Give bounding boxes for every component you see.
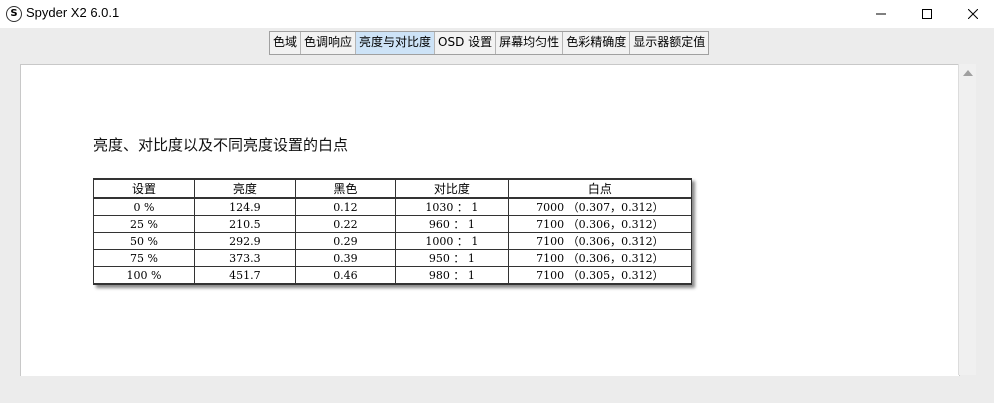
maximize-button[interactable] bbox=[904, 0, 950, 28]
tab-display-rating[interactable]: 显示器额定值 bbox=[630, 32, 709, 54]
report-title: 亮度、对比度以及不同亮度设置的白点 bbox=[93, 136, 349, 154]
close-icon bbox=[968, 9, 978, 19]
spyder-logo-icon: S bbox=[6, 6, 22, 22]
table-cell: 7100 （0.306，0.312） bbox=[507, 215, 693, 233]
table-row: 50 % 292.9 0.29 1000 ： 1 7100 （0.306，0.3… bbox=[93, 232, 693, 250]
tab-gamut[interactable]: 色域 bbox=[270, 32, 302, 54]
column-header: 黑色 bbox=[294, 178, 396, 199]
tab-screen-uniformity[interactable]: 屏幕均匀性 bbox=[496, 32, 564, 54]
table-cell: 124.9 bbox=[193, 197, 296, 216]
vertical-scrollbar[interactable] bbox=[958, 64, 976, 375]
table-cell: 292.9 bbox=[193, 232, 296, 250]
table-cell: 960 ： 1 bbox=[394, 215, 509, 233]
close-button[interactable] bbox=[950, 0, 994, 28]
table-header-row: 设置 亮度 黑色 对比度 白点 bbox=[93, 178, 693, 199]
table-cell: 7000 （0.307，0.312） bbox=[507, 197, 693, 216]
tab-bar: 色域 色调响应 亮度与对比度 OSD 设置 屏幕均匀性 色彩精确度 显示器额定值 bbox=[269, 31, 710, 55]
table-cell: 1030 ： 1 bbox=[394, 197, 509, 216]
table-cell: 373.3 bbox=[193, 249, 296, 267]
column-header: 对比度 bbox=[394, 178, 509, 199]
table-cell: 7100 （0.305，0.312） bbox=[507, 266, 693, 285]
tab-brightness-contrast[interactable]: 亮度与对比度 bbox=[356, 32, 436, 54]
table-row: 75 % 373.3 0.39 950 ： 1 7100 （0.306，0.31… bbox=[93, 249, 693, 267]
table-cell: 980 ： 1 bbox=[394, 266, 509, 285]
table-cell: 210.5 bbox=[193, 215, 296, 233]
brightness-table: 设置 亮度 黑色 对比度 白点 0 % 124.9 0.12 1030 ： 1 … bbox=[93, 178, 693, 285]
table-row: 0 % 124.9 0.12 1030 ： 1 7000 （0.307，0.31… bbox=[93, 197, 693, 216]
table-cell: 451.7 bbox=[193, 266, 296, 285]
table-cell: 50 % bbox=[93, 232, 195, 250]
tab-color-accuracy[interactable]: 色彩精确度 bbox=[563, 32, 631, 54]
table-cell: 0.12 bbox=[294, 197, 396, 216]
table-cell: 25 % bbox=[93, 215, 195, 233]
scroll-up-arrow-icon[interactable] bbox=[963, 70, 973, 76]
table-cell: 7100 （0.306，0.312） bbox=[507, 232, 693, 250]
table-cell: 0.22 bbox=[294, 215, 396, 233]
table-cell: 950 ： 1 bbox=[394, 249, 509, 267]
table-cell: 0.46 bbox=[294, 266, 396, 285]
minimize-icon bbox=[876, 13, 886, 15]
minimize-button[interactable] bbox=[858, 0, 904, 28]
column-header: 亮度 bbox=[193, 178, 296, 199]
table-row: 25 % 210.5 0.22 960 ： 1 7100 （0.306，0.31… bbox=[93, 215, 693, 233]
column-header: 白点 bbox=[507, 178, 693, 199]
table-cell: 0.39 bbox=[294, 249, 396, 267]
title-bar: S Spyder X2 6.0.1 bbox=[0, 0, 994, 28]
table-cell: 7100 （0.306，0.312） bbox=[507, 249, 693, 267]
table-cell: 100 % bbox=[93, 266, 195, 285]
table-cell: 75 % bbox=[93, 249, 195, 267]
maximize-icon bbox=[922, 9, 932, 19]
column-header: 设置 bbox=[93, 178, 195, 199]
table-cell: 1000 ： 1 bbox=[394, 232, 509, 250]
table-cell: 0.29 bbox=[294, 232, 396, 250]
tab-osd-settings[interactable]: OSD 设置 bbox=[435, 32, 497, 54]
window-title: Spyder X2 6.0.1 bbox=[26, 5, 120, 20]
tab-tone-response[interactable]: 色调响应 bbox=[301, 32, 357, 54]
table-row: 100 % 451.7 0.46 980 ： 1 7100 （0.305，0.3… bbox=[93, 266, 693, 285]
table-cell: 0 % bbox=[93, 197, 195, 216]
